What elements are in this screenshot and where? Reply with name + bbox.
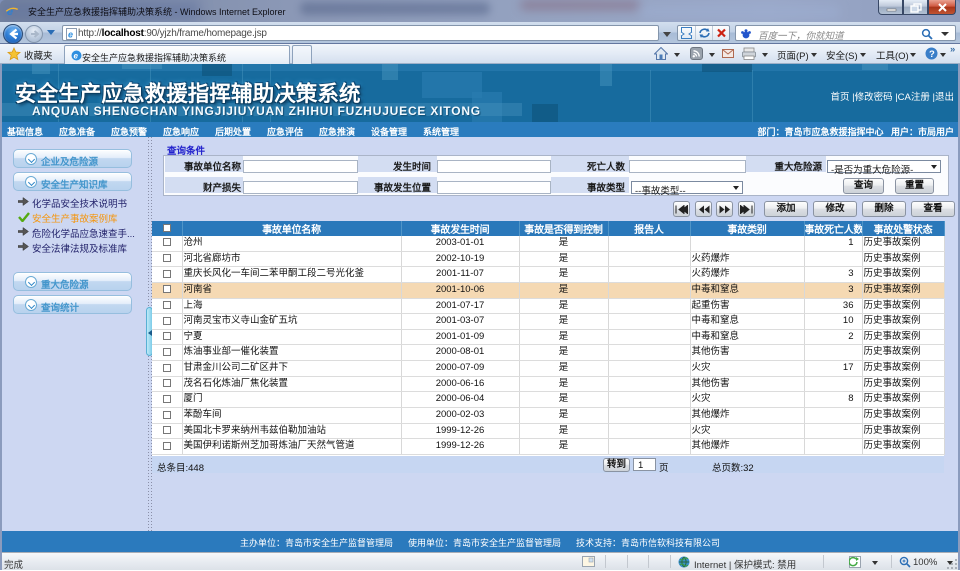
svg-text:?: ? <box>929 49 935 60</box>
svg-text:e: e <box>74 52 79 61</box>
svg-text:e: e <box>68 30 73 40</box>
